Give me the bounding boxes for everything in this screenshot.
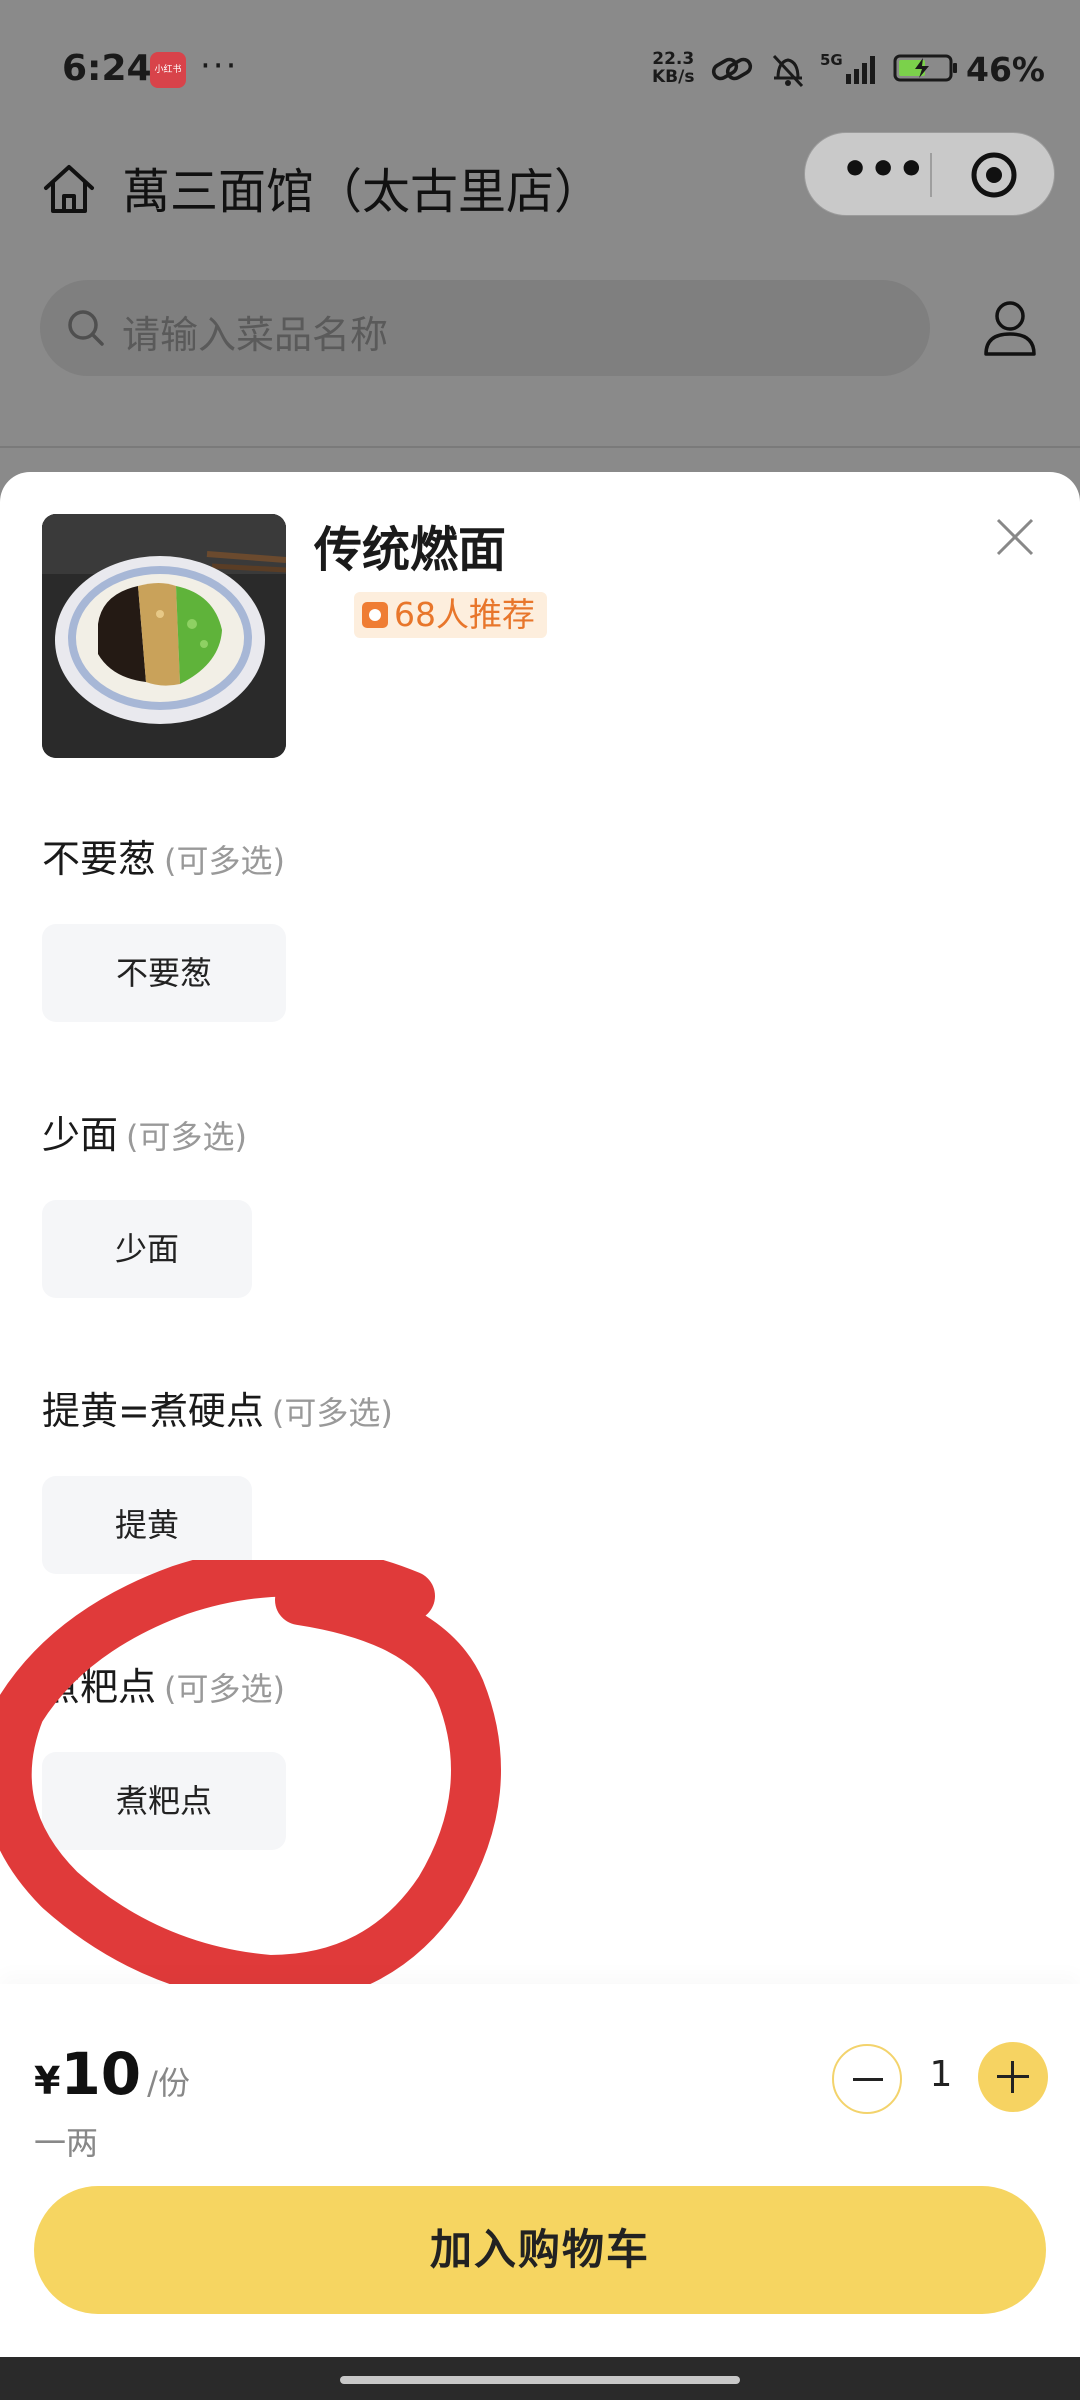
option-hint: (可多选): [164, 842, 285, 880]
search-placeholder: 请输入菜品名称: [122, 313, 389, 357]
dish-image: [42, 514, 286, 758]
svg-text:5G: 5G: [820, 51, 843, 69]
option-group-soft-cook: 煮粑点 (可多选) 煮粑点: [42, 1656, 942, 1850]
home-indicator[interactable]: [340, 2376, 740, 2384]
network-speed: 22.3 KB/s: [652, 49, 695, 87]
capsule-divider: [930, 153, 932, 197]
close-program-icon[interactable]: [969, 150, 1019, 200]
option-title: 提黄=煮硬点: [42, 1389, 264, 1433]
increase-quantity-button[interactable]: [978, 2042, 1048, 2112]
option-title: 不要葱: [42, 837, 157, 881]
page-title: 萬三面馆（太古里店）: [122, 164, 603, 220]
option-chip-firm-cook[interactable]: 提黄: [42, 1476, 252, 1574]
user-icon[interactable]: [980, 296, 1040, 360]
recommend-icon: [362, 602, 388, 628]
dish-name: 传统燃面: [314, 522, 507, 578]
price-value: 10: [60, 2040, 142, 2108]
portion-spec: 一两: [34, 2124, 99, 2162]
divider: [0, 446, 1080, 448]
quantity-value: 1: [929, 2054, 953, 2095]
recommend-badge: 68人推荐: [354, 592, 547, 638]
option-chip-no-scallion[interactable]: 不要葱: [42, 924, 286, 1022]
recommend-count: 68人推荐: [394, 595, 535, 634]
option-group-firm-cook: 提黄=煮硬点 (可多选) 提黄: [42, 1380, 942, 1574]
xiaohongshu-app-icon: 小红书: [150, 52, 186, 88]
search-input[interactable]: 请输入菜品名称: [40, 280, 930, 376]
option-group-less-noodle: 少面 (可多选) 少面: [42, 1104, 942, 1298]
mute-bell-icon: [772, 54, 804, 88]
search-icon: [68, 310, 104, 346]
option-chip-less-noodle[interactable]: 少面: [42, 1200, 252, 1298]
option-hint: (可多选): [271, 1394, 393, 1432]
more-icon[interactable]: •••: [841, 148, 925, 195]
gesture-bar: [0, 2357, 1080, 2400]
nav-bar: 萬三面馆（太古里店） •••: [0, 130, 1080, 250]
battery-percent: 46%: [966, 50, 1045, 89]
option-hint: (可多选): [126, 1118, 247, 1156]
price-currency: ¥: [34, 2059, 61, 2103]
status-bar: 6:24 小红书 ··· 22.3 KB/s 5G 46%: [0, 0, 1080, 130]
option-chip-soft-cook[interactable]: 煮粑点: [42, 1752, 286, 1850]
option-title: 煮粑点: [42, 1665, 157, 1709]
status-time: 6:24: [62, 48, 152, 89]
noodle-bowl-illustration: [42, 514, 286, 758]
link-icon: [711, 57, 753, 81]
option-title: 少面: [42, 1113, 119, 1157]
status-more-icon: ···: [200, 46, 239, 86]
battery-charging-icon: [893, 54, 957, 82]
signal-icon: 5G: [820, 51, 875, 84]
add-to-cart-button[interactable]: 加入购物车: [34, 2186, 1046, 2314]
home-icon[interactable]: [40, 160, 98, 218]
mini-program-capsule: •••: [804, 132, 1055, 216]
price: ¥10/份: [34, 2040, 190, 2108]
close-icon[interactable]: [994, 516, 1036, 558]
option-hint: (可多选): [164, 1670, 285, 1708]
decrease-quantity-button[interactable]: [832, 2044, 902, 2114]
price-unit: /份: [147, 2064, 190, 2102]
option-group-no-scallion: 不要葱 (可多选) 不要葱: [42, 828, 942, 1022]
cart-bar: ¥10/份 一两 1 加入购物车: [0, 1984, 1080, 2357]
